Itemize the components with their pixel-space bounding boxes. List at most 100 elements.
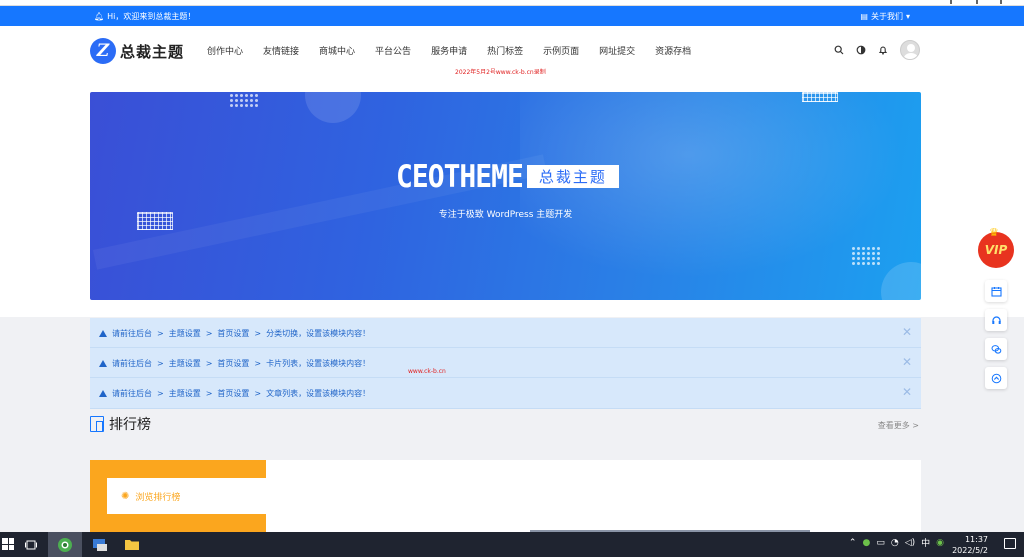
notice-path-item: 主题设置	[168, 329, 201, 338]
scroll-top-icon[interactable]	[985, 367, 1007, 389]
nav-item-shop[interactable]: 商城中心	[319, 44, 355, 57]
about-label: 关于我们	[870, 12, 903, 21]
view-more-link[interactable]: 查看更多 >	[878, 420, 919, 431]
main-nav: 创作中心 友情链接 商城中心 平台公告 服务申请 热门标签 示例页面 网址提交 …	[207, 44, 711, 57]
chevron-right-icon: >	[254, 389, 262, 398]
chevron-right-icon: >	[254, 329, 262, 338]
windows-start-icon[interactable]	[2, 538, 14, 550]
chevron-right-icon: >	[254, 359, 262, 368]
notice-path-item: 文章列表，设置该模块内容！	[266, 389, 371, 398]
theme-toggle-icon[interactable]	[856, 45, 866, 55]
nav-item-announcements[interactable]: 平台公告	[375, 44, 411, 57]
notice-path-item: 主题设置	[168, 389, 201, 398]
browser-taskbar-icon[interactable]	[48, 532, 82, 557]
nav-item-sample[interactable]: 示例页面	[543, 44, 579, 57]
chevron-right-icon: >	[157, 389, 164, 398]
bell-small-icon: 🔔︎	[94, 12, 105, 21]
greeting-text: Hi，欢迎来到总裁主题！	[107, 12, 196, 21]
chevron-right-icon: >	[157, 359, 164, 368]
ranking-title: 排行榜	[109, 417, 151, 433]
avatar[interactable]	[900, 40, 920, 60]
volume-icon[interactable]: ◁)	[905, 538, 915, 548]
notice-text: 请前往后台 > 主题设置 > 首页设置 > 卡片列表，设置该模块内容！	[99, 358, 370, 369]
warning-icon	[99, 360, 107, 367]
chevron-up-icon[interactable]: ⌃	[849, 538, 857, 548]
folder-icon[interactable]	[118, 532, 146, 557]
clock-time: 11:37	[964, 535, 988, 544]
banner-title: CEOTHEME 总裁主题	[396, 158, 619, 195]
warning-icon	[99, 390, 107, 397]
chevron-down-icon: ▾	[905, 12, 910, 21]
notice-prefix: 请前往后台	[112, 359, 152, 368]
decor-circle	[305, 92, 361, 123]
chevron-right-icon: >	[157, 329, 164, 338]
decor-grid	[802, 92, 838, 102]
notice-bar: 请前往后台 > 主题设置 > 首页设置 > 分类切换，设置该模块内容！ ✕	[90, 318, 921, 348]
ranking-card-tab[interactable]: ✺ 浏览排行榜	[107, 478, 266, 514]
about-link[interactable]: ▤ 关于我们 ▾	[860, 11, 910, 22]
notice-path-item: 卡片列表，设置该模块内容！	[266, 359, 371, 368]
notice-bar: 请前往后台 > 主题设置 > 首页设置 > 卡片列表，设置该模块内容！ ✕	[90, 348, 921, 378]
banner-title-en: CEOTHEME	[396, 158, 524, 195]
chevron-right-icon: >	[205, 329, 213, 338]
calendar-icon[interactable]	[985, 280, 1007, 302]
notice-path-item: 主题设置	[168, 359, 201, 368]
nav-item-submit[interactable]: 网址提交	[599, 44, 635, 57]
nav-item-archive[interactable]: 资源存档	[655, 44, 691, 57]
ranking-header: 排行榜	[90, 414, 151, 434]
warning-icon	[99, 330, 107, 337]
decor-dots	[852, 247, 880, 265]
crown-icon: ♛	[989, 226, 999, 239]
notice-text: 请前往后台 > 主题设置 > 首页设置 > 分类切换，设置该模块内容！	[99, 328, 370, 339]
bell-icon[interactable]	[878, 45, 888, 55]
notice-path-item: 首页设置	[217, 329, 250, 338]
notice-bar: 请前往后台 > 主题设置 > 首页设置 > 文章列表，设置该模块内容！ ✕	[90, 378, 921, 409]
close-icon[interactable]: ✕	[902, 355, 912, 369]
notification-icon[interactable]	[1004, 538, 1016, 549]
hero-banner[interactable]: CEOTHEME 总裁主题 专注于极致 WordPress 主题开发	[90, 92, 921, 300]
banner-subtitle: 专注于极致 WordPress 主题开发	[438, 210, 573, 220]
header-tools	[834, 40, 920, 60]
sun-icon: ✺	[121, 490, 130, 502]
notice-path-item: 分类切换，设置该模块内容！	[266, 329, 371, 338]
decor-dots	[230, 94, 258, 107]
strip-mark	[976, 0, 978, 4]
strip-mark	[1000, 0, 1002, 4]
clock[interactable]: 11:37 2022/5/2	[952, 534, 988, 556]
nav-item-tags[interactable]: 热门标签	[487, 44, 523, 57]
wechat-icon[interactable]	[985, 338, 1007, 360]
close-icon[interactable]: ✕	[902, 325, 912, 339]
chevron-right-icon: >	[205, 389, 213, 398]
banner-photo	[520, 92, 921, 300]
notice-prefix: 请前往后台	[112, 329, 152, 338]
doc-icon: ▤	[860, 12, 868, 21]
notice-path-item: 首页设置	[217, 389, 250, 398]
nav-item-service[interactable]: 服务申请	[431, 44, 467, 57]
banner-title-cn: 总裁主题	[526, 165, 619, 188]
security-icon[interactable]: ●	[862, 538, 870, 548]
headset-icon[interactable]	[985, 309, 1007, 331]
logo-mark-icon: Z	[90, 38, 116, 64]
task-view-icon[interactable]	[20, 532, 42, 557]
nav-item-links[interactable]: 友情链接	[263, 44, 299, 57]
clock-date: 2022/5/2	[952, 546, 988, 555]
ranking-card: ✺ 浏览排行榜	[90, 460, 921, 532]
chevron-right-icon: >	[205, 359, 213, 368]
wechat-tray-icon[interactable]: ◉	[936, 538, 944, 548]
close-icon[interactable]: ✕	[902, 385, 912, 399]
windows-taskbar: ⌃ ● ▭ ◔ ◁) 中 ◉ 11:37 2022/5/2	[0, 532, 1024, 557]
logo-text: 总裁主题	[120, 42, 185, 61]
ranking-card-label: 浏览排行榜	[135, 492, 181, 503]
battery-icon[interactable]: ▭	[876, 538, 885, 548]
wifi-icon[interactable]: ◔	[891, 538, 899, 548]
nav-item-creation[interactable]: 创作中心	[207, 44, 243, 57]
search-icon[interactable]	[834, 45, 844, 55]
greeting: 🔔︎ Hi，欢迎来到总裁主题！	[94, 11, 195, 22]
app-taskbar-icon[interactable]	[86, 532, 114, 557]
ime-indicator[interactable]: 中	[921, 536, 930, 549]
announcement-bar: 🔔︎ Hi，欢迎来到总裁主题！ ▤ 关于我们 ▾	[0, 6, 1024, 26]
site-logo[interactable]: Z 总裁主题	[90, 38, 184, 64]
notice-prefix: 请前往后台	[112, 389, 152, 398]
strip-mark	[950, 0, 952, 4]
building-icon	[90, 416, 104, 432]
